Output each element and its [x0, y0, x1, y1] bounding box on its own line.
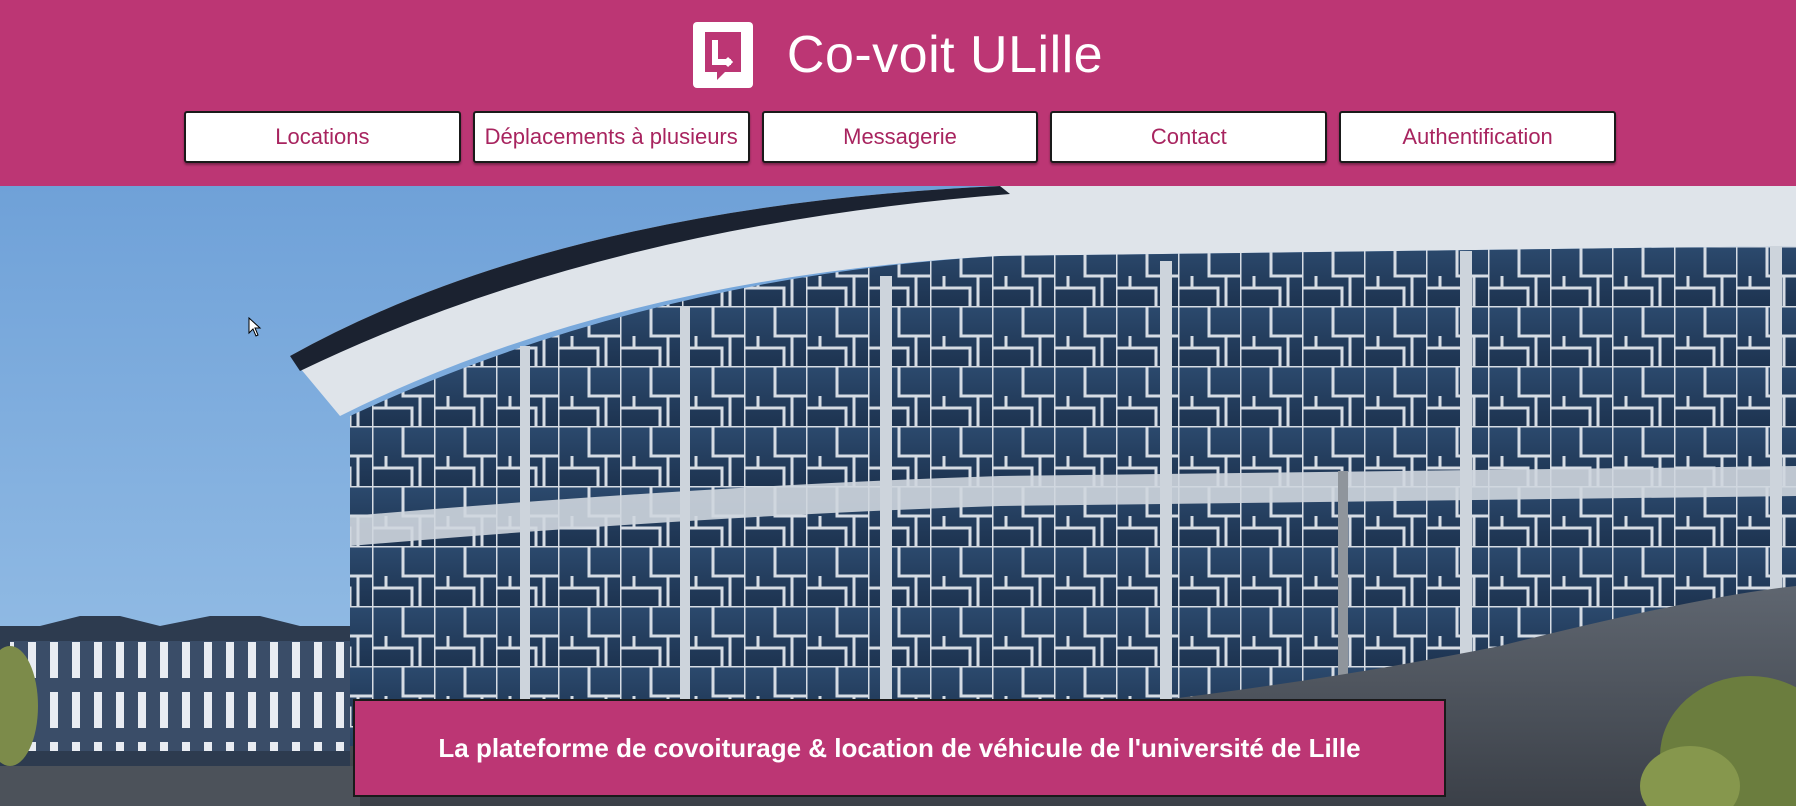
hero-tagline: La plateforme de covoiturage & location … [353, 699, 1446, 797]
nav-button-locations[interactable]: Locations [184, 111, 461, 163]
brand: Co-voit ULille [0, 20, 1796, 90]
nav-button-deplacements[interactable]: Déplacements à plusieurs [472, 111, 750, 163]
ulille-logo-icon[interactable] [692, 22, 753, 88]
site-title[interactable]: Co-voit ULille [787, 25, 1103, 85]
mouse-cursor-icon [248, 317, 262, 337]
main-nav: Locations Déplacements à plusieurs Messa… [184, 111, 1616, 163]
nav-button-messagerie[interactable]: Messagerie [761, 111, 1039, 163]
page: Co-voit ULille Locations Déplacements à … [0, 0, 1796, 806]
site-header: Co-voit ULille Locations Déplacements à … [0, 0, 1796, 186]
nav-button-authentification[interactable]: Authentification [1339, 111, 1616, 163]
hero-banner: La plateforme de covoiturage & location … [0, 186, 1796, 806]
nav-button-contact[interactable]: Contact [1050, 111, 1328, 163]
